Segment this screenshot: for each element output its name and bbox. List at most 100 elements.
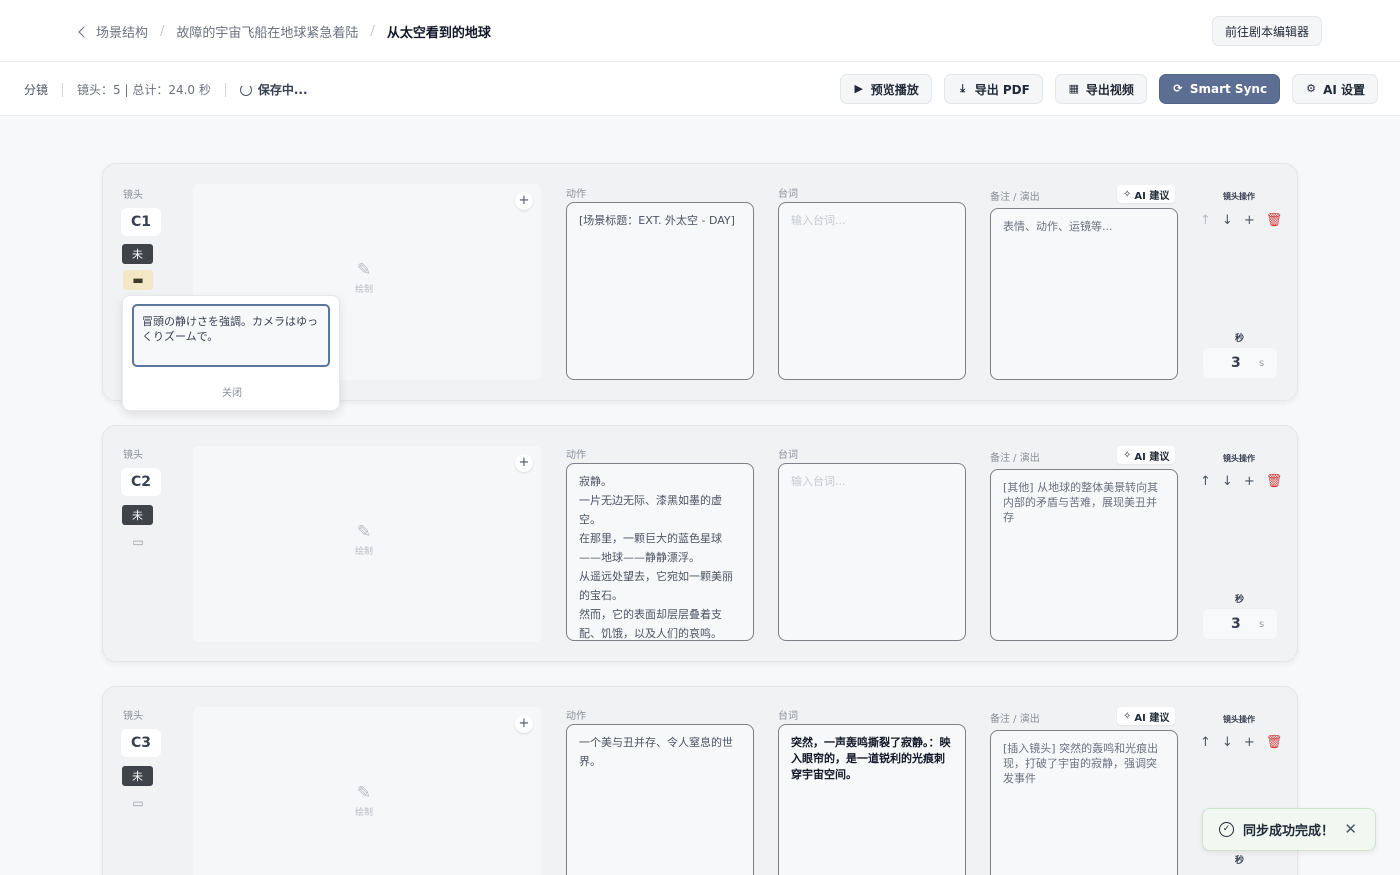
move-up-icon[interactable]: ↑ (1200, 735, 1211, 750)
close-popover-button[interactable]: 关闭 (123, 384, 341, 399)
action-label: 动作 (566, 189, 586, 200)
duration-value: 3 (1231, 616, 1241, 632)
comment-popover: 冒頭の静けさを強調。カメラはゆっくりズームで。 关闭 (122, 295, 340, 411)
chevron-left-icon[interactable] (78, 25, 90, 38)
add-shot-icon[interactable]: + (1244, 213, 1255, 228)
breadcrumb-item-scene[interactable]: 故障的宇宙飞船在地球紧急着陆 (176, 22, 358, 41)
toolbar: 分镜 镜头：5 | 总计：24.0 秒 保存中... ▶ 预览播放 ⤓ 导出 PDF… (0, 62, 1400, 116)
shot-card: 镜头 C3 未 ▭ + ✎ 绘制 动作 一个美与丑并存、令人窒息的世界。 台词 突… (102, 686, 1298, 875)
ai-suggest-button[interactable]: ✧ AI 建议 (1117, 446, 1176, 464)
action-label: 动作 (566, 450, 586, 461)
duration-value: 3 (1231, 355, 1241, 371)
add-image-icon[interactable]: + (515, 454, 533, 472)
move-down-icon[interactable]: ↓ (1222, 474, 1233, 489)
notes-textarea[interactable]: [插入镜头] 突然的轰鸣和光痕出现，打破了宇宙的寂静，强调突发事件 (990, 730, 1178, 875)
action-textarea[interactable]: 寂静。 一片无边无际、漆黑如墨的虚空。 在那里，一颗巨大的蓝色星球——地球——静… (566, 463, 754, 641)
sparkle-icon: ✧ (1123, 188, 1132, 200)
frame-canvas[interactable]: + ✎ 绘制 (193, 446, 541, 642)
comment-icon[interactable]: ▭ (123, 532, 153, 552)
move-down-icon[interactable]: ↓ (1222, 735, 1233, 750)
action-textarea[interactable]: [场景标题：EXT. 外太空 - DAY] (566, 202, 754, 380)
delete-icon[interactable]: 🗑 (1266, 474, 1283, 489)
export-pdf-button[interactable]: ⤓ 导出 PDF (943, 74, 1043, 104)
ai-suggest-label: AI 建议 (1134, 712, 1170, 724)
shot-ops-label: 镜头操作 (1223, 192, 1255, 201)
close-icon[interactable]: ✕ (1344, 820, 1357, 838)
shot-ops: ↑ ↓ + 🗑 (1200, 213, 1282, 228)
shot-number: C3 (121, 729, 161, 757)
status-badge[interactable]: 未 (122, 244, 153, 264)
delete-icon[interactable]: 🗑 (1266, 213, 1283, 228)
draw-label: 绘制 (355, 808, 374, 818)
shot-stats: 镜头：5 | 总计：24.0 秒 (77, 83, 211, 97)
notes-textarea[interactable]: [其他] 从地球的整体美景转向其内部的矛盾与苦难，展现美丑并存 (990, 469, 1178, 641)
smart-sync-button[interactable]: ⟳ Smart Sync (1158, 74, 1281, 104)
ai-settings-button[interactable]: ⚙ AI 设置 (1292, 74, 1378, 104)
save-status: 保存中... (239, 81, 308, 98)
breadcrumb-separator: / (160, 24, 165, 39)
breadcrumb-item-structure[interactable]: 场景结构 (96, 22, 148, 41)
add-image-icon[interactable]: + (515, 192, 533, 210)
seconds-label: 秒 (1235, 856, 1245, 866)
check-circle-icon: ✓ (1219, 822, 1234, 837)
move-down-icon[interactable]: ↓ (1222, 213, 1233, 228)
export-video-button[interactable]: ▦ 导出视频 (1054, 74, 1147, 104)
success-toast: ✓ 同步成功完成！ ✕ (1202, 808, 1376, 851)
notes-textarea[interactable]: 表情、动作、运镜等... (990, 208, 1178, 380)
dialogue-textarea[interactable]: 输入台词... (778, 202, 966, 380)
delete-icon[interactable]: 🗑 (1266, 735, 1283, 750)
draw-placeholder[interactable]: ✎ 绘制 (355, 783, 373, 818)
draw-label: 绘制 (355, 285, 374, 295)
draw-placeholder[interactable]: ✎ 绘制 (355, 260, 373, 295)
toast-message: 同步成功完成！ (1243, 824, 1335, 839)
export-video-label: 导出视频 (1085, 82, 1134, 97)
dialogue-label: 台词 (778, 711, 798, 722)
pen-icon: ✎ (356, 783, 372, 803)
ai-settings-label: AI 设置 (1323, 82, 1365, 97)
dialogue-textarea[interactable]: 突然，一声轰鸣撕裂了寂静。：映入眼帘的，是一道锐利的光痕刺穿宇宙空间。 (778, 724, 966, 875)
comment-icon[interactable]: ▬ (123, 270, 153, 290)
shot-ops-label: 镜头操作 (1223, 715, 1255, 724)
shot-number: C1 (121, 208, 161, 236)
duration-unit: s (1259, 618, 1265, 630)
draw-label: 绘制 (355, 547, 374, 557)
gear-icon: ⚙ (1306, 82, 1316, 95)
shot-card: 镜头 C2 未 ▭ + ✎ 绘制 动作 寂静。 一片无边无际、漆黑如墨的虚空。 在… (102, 425, 1298, 662)
move-up-icon[interactable]: ↑ (1200, 474, 1211, 489)
shot-label: 镜头 (123, 450, 143, 461)
dialogue-textarea[interactable]: 输入台词... (778, 463, 966, 641)
ai-suggest-button[interactable]: ✧ AI 建议 (1117, 185, 1176, 203)
ai-suggest-label: AI 建议 (1134, 451, 1170, 463)
loading-spinner-icon (239, 83, 252, 96)
frame-canvas[interactable]: + ✎ 绘制 (193, 707, 541, 875)
divider (224, 82, 226, 97)
save-status-text: 保存中... (257, 83, 308, 97)
export-pdf-label: 导出 PDF (974, 82, 1030, 97)
film-icon: ▦ (1068, 82, 1080, 95)
status-badge[interactable]: 未 (122, 766, 153, 786)
add-shot-icon[interactable]: + (1244, 735, 1255, 750)
pen-icon: ✎ (356, 522, 372, 542)
action-textarea[interactable]: 一个美与丑并存、令人窒息的世界。 (566, 724, 754, 875)
sparkle-icon: ✧ (1123, 710, 1132, 722)
shot-ops: ↑ ↓ + 🗑 (1200, 735, 1282, 750)
duration-unit: s (1259, 357, 1265, 369)
duration-input[interactable]: 3 s (1203, 348, 1277, 378)
seconds-label: 秒 (1235, 595, 1245, 605)
add-shot-icon[interactable]: + (1244, 474, 1255, 489)
move-up-icon[interactable]: ↑ (1200, 213, 1211, 228)
preview-play-label: 预览播放 (870, 82, 919, 97)
top-bar: 场景结构 / 故障的宇宙飞船在地球紧急着陆 / 从太空看到的地球 前往剧本编辑器 (0, 0, 1400, 62)
divider (62, 82, 64, 97)
status-badge[interactable]: 未 (122, 505, 153, 525)
comment-textarea[interactable]: 冒頭の静けさを強調。カメラはゆっくりズームで。 (132, 304, 330, 367)
comment-icon[interactable]: ▭ (123, 793, 153, 813)
add-image-icon[interactable]: + (515, 715, 533, 733)
notes-label: 备注 / 演出 (990, 192, 1040, 203)
preview-play-button[interactable]: ▶ 预览播放 (839, 74, 932, 104)
goto-script-editor-button[interactable]: 前往剧本编辑器 (1211, 16, 1322, 46)
duration-input[interactable]: 3 s (1203, 609, 1277, 639)
seconds-label: 秒 (1235, 334, 1245, 344)
draw-placeholder[interactable]: ✎ 绘制 (355, 522, 373, 557)
ai-suggest-button[interactable]: ✧ AI 建议 (1117, 707, 1176, 725)
